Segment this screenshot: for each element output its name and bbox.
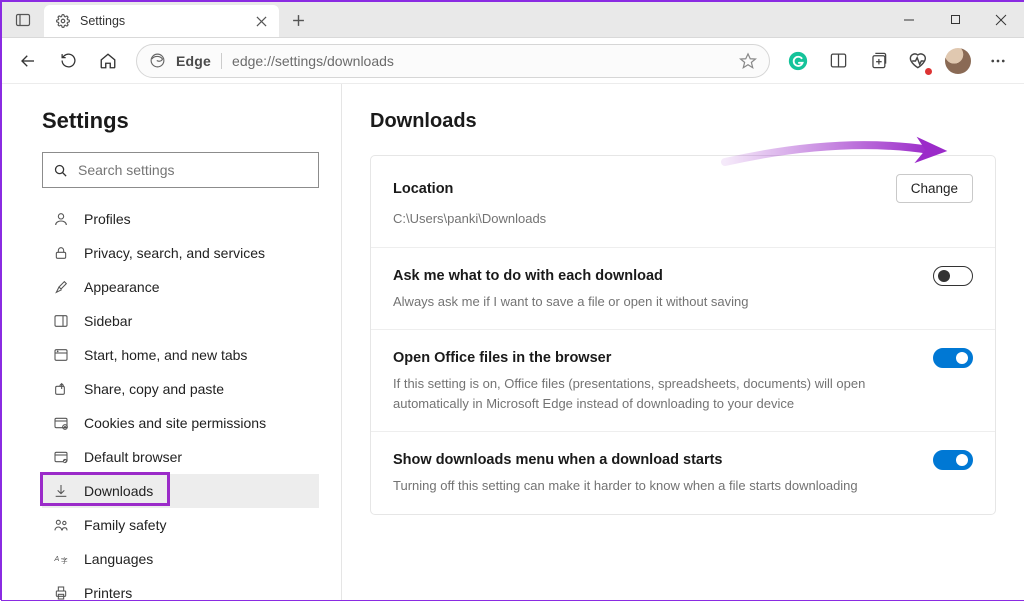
address-text: edge://settings/downloads — [232, 53, 729, 69]
edge-label: Edge — [176, 53, 211, 69]
sidebar-item-label: Appearance — [84, 279, 160, 295]
home-icon — [52, 347, 70, 363]
refresh-button[interactable] — [50, 43, 86, 79]
collections-icon[interactable] — [860, 43, 896, 79]
split-screen-icon[interactable] — [820, 43, 856, 79]
sidebar-item-family-safety[interactable]: Family safety — [42, 508, 319, 542]
content-area: Settings Profiles Privacy, search, and se… — [2, 84, 1024, 600]
setting-card: Show downloads menu when a download star… — [371, 432, 995, 514]
annotation-arrow — [720, 136, 950, 172]
settings-panel: Location Change C:\Users\panki\Downloads As… — [370, 155, 996, 515]
sidebar-item-sidebar[interactable]: Sidebar — [42, 304, 319, 338]
maximize-button[interactable] — [932, 2, 978, 37]
page-title: Downloads — [370, 110, 996, 133]
sidebar-item-label: Start, home, and new tabs — [84, 347, 247, 363]
gear-icon — [56, 14, 70, 28]
profiles-icon — [52, 211, 70, 227]
svg-text:字: 字 — [61, 556, 68, 565]
window-titlebar: Settings — [2, 2, 1024, 38]
setting-title: Show downloads menu when a download star… — [393, 452, 917, 468]
back-button[interactable] — [10, 43, 46, 79]
sidebar-icon — [52, 313, 70, 329]
browser-tab[interactable]: Settings — [44, 5, 279, 37]
sidebar-item-downloads[interactable]: Downloads — [42, 474, 319, 508]
tab-title: Settings — [80, 14, 246, 28]
setting-title: Location — [393, 181, 880, 197]
sidebar-item-label: Downloads — [84, 483, 153, 499]
sidebar-item-start-home-and-new-tabs[interactable]: Start, home, and new tabs — [42, 338, 319, 372]
sidebar-item-label: Share, copy and paste — [84, 381, 224, 397]
sidebar-item-profiles[interactable]: Profiles — [42, 202, 319, 236]
more-menu-icon[interactable] — [980, 43, 1016, 79]
setting-card: Ask me what to do with each download Alwa… — [371, 248, 995, 331]
sidebar-item-label: Printers — [84, 585, 132, 600]
download-icon — [52, 483, 70, 499]
minimize-button[interactable] — [886, 2, 932, 37]
appearance-icon — [52, 279, 70, 295]
sidebar-item-privacy-search-and-services[interactable]: Privacy, search, and services — [42, 236, 319, 270]
settings-sidebar: Settings Profiles Privacy, search, and se… — [2, 84, 342, 600]
toggle-switch[interactable] — [933, 348, 973, 368]
close-window-button[interactable] — [978, 2, 1024, 37]
sidebar-item-label: Sidebar — [84, 313, 132, 329]
settings-search-input[interactable] — [78, 162, 308, 178]
sidebar-item-label: Default browser — [84, 449, 182, 465]
settings-heading: Settings — [42, 108, 319, 134]
setting-description: Always ask me if I want to save a file o… — [393, 292, 923, 312]
tab-actions-icon[interactable] — [2, 2, 44, 37]
favorite-star-icon[interactable] — [739, 52, 757, 70]
new-tab-button[interactable] — [283, 5, 313, 35]
cookies-icon — [52, 415, 70, 431]
sidebar-item-cookies-and-site-permissions[interactable]: Cookies and site permissions — [42, 406, 319, 440]
toggle-switch[interactable] — [933, 450, 973, 470]
setting-title: Ask me what to do with each download — [393, 268, 917, 284]
browser-toolbar: Edge edge://settings/downloads — [2, 38, 1024, 84]
extension-grammarly-icon[interactable] — [780, 43, 816, 79]
sidebar-item-share-copy-and-paste[interactable]: Share, copy and paste — [42, 372, 319, 406]
sidebar-item-languages[interactable]: A字 Languages — [42, 542, 319, 576]
setting-card: Open Office files in the browser If this … — [371, 330, 995, 432]
sidebar-item-default-browser[interactable]: Default browser — [42, 440, 319, 474]
setting-description: If this setting is on, Office files (pre… — [393, 374, 923, 413]
lock-icon — [52, 245, 70, 261]
address-bar[interactable]: Edge edge://settings/downloads — [136, 44, 770, 78]
sidebar-item-printers[interactable]: Printers — [42, 576, 319, 600]
divider — [221, 53, 222, 69]
health-icon[interactable] — [900, 43, 936, 79]
window-controls — [886, 2, 1024, 37]
sidebar-item-label: Languages — [84, 551, 153, 567]
sidebar-item-label: Profiles — [84, 211, 131, 227]
settings-nav: Profiles Privacy, search, and services App… — [42, 202, 319, 600]
languages-icon: A字 — [52, 551, 70, 567]
toggle-switch[interactable] — [933, 266, 973, 286]
printer-icon — [52, 585, 70, 600]
search-icon — [53, 163, 68, 178]
settings-main: Downloads Location Change C:\Users\panki\D… — [342, 84, 1024, 600]
default-icon — [52, 449, 70, 465]
edge-logo-icon — [149, 52, 166, 69]
change-button[interactable]: Change — [896, 174, 973, 203]
sidebar-item-appearance[interactable]: Appearance — [42, 270, 319, 304]
family-icon — [52, 517, 70, 533]
share-icon — [52, 381, 70, 397]
sidebar-item-label: Cookies and site permissions — [84, 415, 266, 431]
home-button[interactable] — [90, 43, 126, 79]
sidebar-item-label: Privacy, search, and services — [84, 245, 265, 261]
settings-search[interactable] — [42, 152, 319, 188]
close-icon[interactable] — [256, 16, 267, 27]
setting-title: Open Office files in the browser — [393, 350, 917, 366]
setting-description: C:\Users\panki\Downloads — [393, 209, 923, 229]
svg-text:A: A — [53, 554, 59, 563]
sidebar-item-label: Family safety — [84, 517, 166, 533]
setting-description: Turning off this setting can make it har… — [393, 476, 923, 496]
profile-avatar[interactable] — [940, 43, 976, 79]
